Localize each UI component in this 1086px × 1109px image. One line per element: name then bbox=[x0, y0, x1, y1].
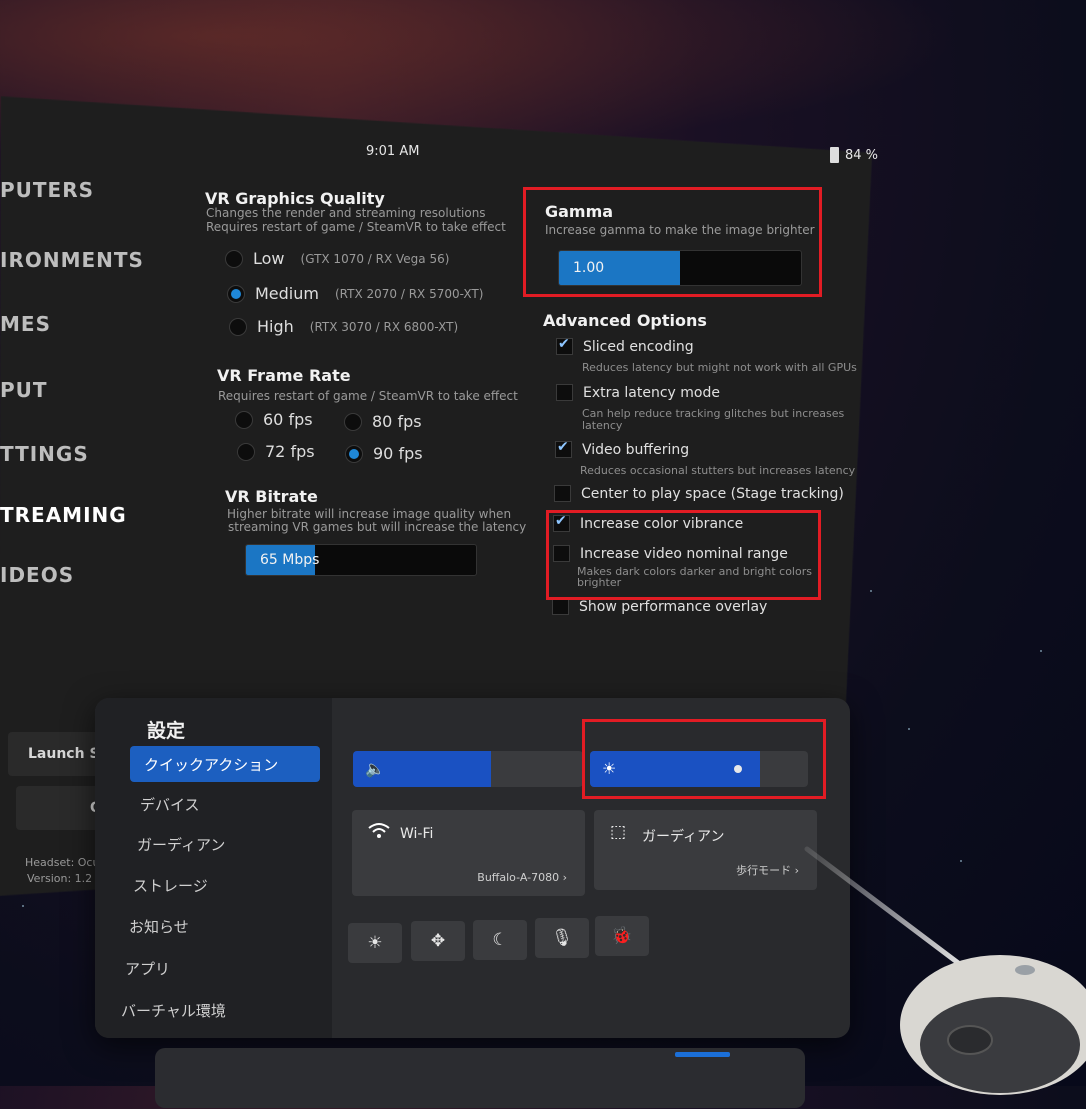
option-stage-tracking[interactable]: Center to play space (Stage tracking) bbox=[554, 485, 844, 502]
fps-option-90[interactable]: 90 fps bbox=[345, 444, 423, 463]
quick-bug-report-button[interactable]: 🐞 bbox=[595, 916, 649, 956]
vr-quality-desc-restart: Requires restart of game / SteamVR to ta… bbox=[206, 220, 506, 234]
wifi-label: Wi-Fi bbox=[400, 826, 434, 842]
headset-info: Headset: Ocu bbox=[25, 856, 100, 869]
video-buffering-desc: Reduces occasional stutters but increase… bbox=[580, 464, 856, 477]
option-video-buffering[interactable]: Video buffering bbox=[555, 439, 689, 458]
bitrate-desc-latency: streaming VR games but will increase the… bbox=[228, 520, 527, 534]
quick-night-mode-button[interactable]: ☾ bbox=[473, 920, 527, 960]
quality-option-low[interactable]: Low (GTX 1070 / RX Vega 56) bbox=[225, 249, 449, 268]
wifi-network: Buffalo-A-7080 › bbox=[477, 871, 567, 884]
oc-menu-guardian[interactable]: ガーディアン bbox=[137, 834, 225, 855]
star bbox=[1040, 650, 1042, 652]
oc-menu-storage[interactable]: ストレージ bbox=[133, 875, 208, 896]
checkbox-extra-latency[interactable] bbox=[556, 384, 573, 401]
advanced-options-title: Advanced Options bbox=[543, 311, 707, 330]
bottom-panel-edge bbox=[155, 1048, 805, 1108]
oculus-settings-title: 設定 bbox=[147, 720, 186, 742]
quick-mic-mute-button[interactable]: 🎙 bbox=[535, 918, 589, 958]
quality-option-medium[interactable]: Medium (RTX 2070 / RX 5700-XT) bbox=[227, 284, 483, 303]
fps-option-60[interactable]: 60 fps bbox=[235, 410, 313, 429]
wifi-icon bbox=[368, 822, 390, 845]
sidebar-item-settings[interactable]: TTINGS bbox=[0, 442, 89, 466]
bug-icon: 🐞 bbox=[611, 926, 633, 946]
speaker-icon: 🔈 bbox=[365, 759, 385, 778]
quick-brightness-button[interactable]: ☀ bbox=[348, 923, 402, 963]
checkbox-sliced-encoding[interactable] bbox=[556, 336, 573, 355]
moon-icon: ☾ bbox=[492, 930, 508, 950]
quality-option-high[interactable]: High (RTX 3070 / RX 6800-XT) bbox=[229, 317, 458, 336]
sun-icon: ☀ bbox=[367, 933, 383, 953]
frame-rate-title: VR Frame Rate bbox=[217, 366, 351, 385]
version-info: Version: 1.2 bbox=[27, 872, 93, 885]
checkbox-video-buffering[interactable] bbox=[555, 439, 572, 458]
bottom-panel-indicator bbox=[675, 1052, 730, 1057]
sliced-encoding-desc: Reduces latency but might not work with … bbox=[582, 361, 857, 374]
sidebar-item-computers[interactable]: PUTERS bbox=[0, 178, 94, 202]
guardian-mode: 歩行モード › bbox=[736, 864, 799, 877]
star bbox=[908, 728, 910, 730]
option-extra-latency[interactable]: Extra latency mode bbox=[556, 384, 720, 401]
checkbox-stage-tracking[interactable] bbox=[554, 485, 571, 502]
fps-option-80[interactable]: 80 fps bbox=[344, 412, 422, 431]
radio-medium[interactable] bbox=[227, 284, 245, 303]
battery-status: 84 % bbox=[830, 147, 878, 163]
radio-80fps[interactable] bbox=[344, 412, 362, 431]
bitrate-value: 65 Mbps bbox=[260, 552, 320, 568]
battery-percent: 84 % bbox=[845, 147, 879, 163]
move-arrows-icon: ✥ bbox=[430, 931, 446, 951]
sidebar-item-games[interactable]: MES bbox=[0, 312, 51, 336]
highlight-box-color-options bbox=[546, 510, 821, 600]
oc-menu-apps[interactable]: アプリ bbox=[125, 958, 170, 979]
fps-option-72[interactable]: 72 fps bbox=[237, 442, 315, 461]
controller-shape bbox=[900, 955, 1086, 1095]
sidebar-item-environments[interactable]: IRONMENTS bbox=[0, 248, 144, 272]
guardian-card[interactable]: ⬚ ガーディアン 歩行モード › bbox=[594, 810, 817, 890]
highlight-box-gamma bbox=[523, 187, 822, 297]
guardian-label: ガーディアン bbox=[642, 829, 725, 845]
star bbox=[960, 860, 962, 862]
sidebar-item-streaming[interactable]: TREAMING bbox=[0, 503, 127, 527]
radio-low[interactable] bbox=[225, 249, 243, 268]
star bbox=[870, 590, 872, 592]
volume-slider[interactable]: 🔈 bbox=[353, 751, 583, 787]
vr-controller bbox=[890, 935, 1086, 1105]
radio-90fps[interactable] bbox=[345, 444, 363, 463]
battery-icon bbox=[830, 147, 839, 163]
quick-recenter-button[interactable]: ✥ bbox=[411, 921, 465, 961]
clock: 9:01 AM bbox=[366, 144, 420, 159]
option-sliced-encoding[interactable]: Sliced encoding bbox=[556, 336, 694, 355]
oc-menu-virtual-environment[interactable]: バーチャル環境 bbox=[121, 1000, 226, 1021]
bitrate-title: VR Bitrate bbox=[225, 487, 318, 506]
sidebar-item-input[interactable]: PUT bbox=[0, 378, 48, 402]
option-performance-overlay[interactable]: Show performance overlay bbox=[552, 598, 767, 615]
star bbox=[22, 905, 24, 907]
guardian-icon: ⬚ bbox=[610, 822, 627, 842]
highlight-box-brightness bbox=[582, 719, 826, 799]
vr-quality-desc: Changes the render and streaming resolut… bbox=[206, 206, 486, 220]
wifi-card[interactable]: Wi-Fi Buffalo-A-7080 › bbox=[352, 810, 585, 896]
mic-off-icon: 🎙 bbox=[551, 928, 573, 948]
extra-latency-desc-cont: latency bbox=[582, 419, 623, 432]
radio-high[interactable] bbox=[229, 317, 247, 336]
oc-menu-quick-actions[interactable]: クイックアクション bbox=[130, 746, 320, 782]
oc-menu-devices[interactable]: デバイス bbox=[140, 794, 200, 815]
sidebar-item-videos[interactable]: IDEOS bbox=[0, 563, 74, 587]
radio-72fps[interactable] bbox=[237, 442, 255, 461]
bitrate-slider[interactable]: 65 Mbps bbox=[245, 544, 477, 576]
oc-menu-notifications[interactable]: お知らせ bbox=[129, 916, 189, 937]
radio-60fps[interactable] bbox=[235, 410, 253, 429]
frame-rate-desc: Requires restart of game / SteamVR to ta… bbox=[218, 389, 518, 403]
checkbox-performance-overlay[interactable] bbox=[552, 598, 569, 615]
